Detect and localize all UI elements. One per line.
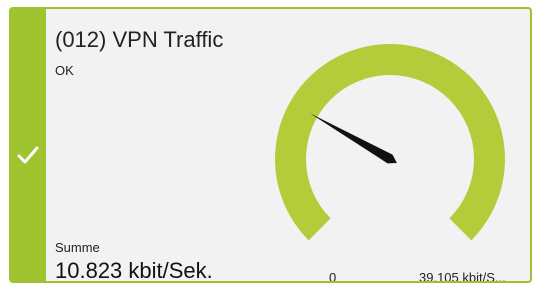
gauge-max-label: 39.105 kbit/S... — [419, 270, 506, 283]
check-icon — [17, 146, 39, 164]
status-text: OK — [55, 63, 74, 78]
status-strip — [11, 9, 46, 281]
metric-value: 10.823 kbit/Sek. — [55, 258, 213, 283]
gauge — [275, 43, 505, 241]
gauge-min-label: 0 — [329, 270, 337, 283]
vpn-traffic-tile[interactable]: (012) VPN Traffic OK Summe 10.823 kbit/S… — [9, 7, 532, 283]
gauge-arc — [275, 43, 505, 241]
tile-title: (012) VPN Traffic — [55, 27, 224, 52]
metric-label: Summe — [55, 240, 100, 255]
gauge-needle — [310, 113, 397, 164]
